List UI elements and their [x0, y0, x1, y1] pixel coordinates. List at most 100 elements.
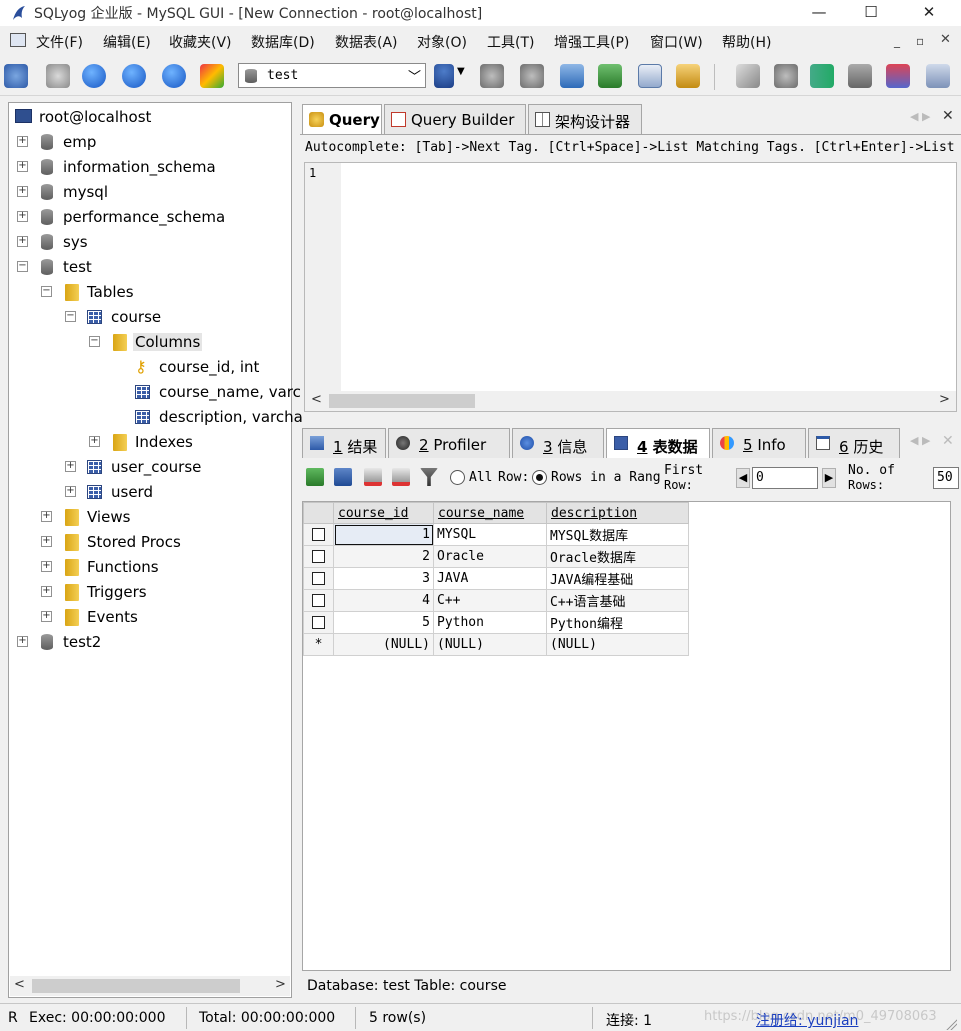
create-db-icon[interactable] — [480, 64, 504, 88]
column-header-course-name[interactable]: course_name — [433, 502, 547, 524]
collapse-icon[interactable]: − — [89, 336, 100, 347]
execute-all-icon[interactable] — [122, 64, 146, 88]
collapse-icon[interactable]: − — [41, 286, 52, 297]
expand-icon[interactable]: + — [41, 611, 52, 622]
expand-icon[interactable]: + — [41, 511, 52, 522]
cell-course-name[interactable]: Oracle — [433, 545, 547, 568]
table-row[interactable]: 5 Python Python编程 — [303, 611, 689, 634]
tab-history[interactable]: 6 历史 — [808, 428, 900, 458]
tab-info[interactable]: 5 Info — [712, 428, 806, 458]
menu-file[interactable]: 文件(F) — [36, 32, 83, 52]
expand-icon[interactable]: + — [17, 236, 28, 247]
user-manager-icon[interactable] — [434, 64, 454, 88]
scroll-right-icon[interactable]: > — [275, 977, 286, 992]
scroll-left-icon[interactable]: < — [14, 977, 25, 992]
alter-db-icon[interactable] — [520, 64, 544, 88]
cell-course-id[interactable]: 1 — [333, 523, 434, 546]
menu-edit[interactable]: 编辑(E) — [103, 32, 151, 52]
first-row-input[interactable]: 0 — [752, 467, 818, 489]
scheduled-jobs-icon[interactable] — [848, 64, 872, 88]
cell-description[interactable]: Oracle数据库 — [546, 545, 689, 568]
sync-db-icon[interactable] — [774, 64, 798, 88]
tree-horizontal-scrollbar[interactable]: < > — [10, 976, 290, 996]
cell-description[interactable]: C++语言基础 — [546, 589, 689, 612]
cell-course-name[interactable]: MYSQL — [433, 523, 547, 546]
expand-icon[interactable]: + — [17, 186, 28, 197]
cell-description[interactable]: (NULL) — [546, 633, 689, 656]
expand-icon[interactable]: + — [41, 561, 52, 572]
mdi-restore-icon[interactable]: ▫ — [916, 34, 924, 48]
insert-row-icon[interactable] — [306, 468, 324, 486]
registration-link[interactable]: 注册给: yunjian — [756, 1010, 858, 1030]
tab-result[interactable]: 1 结果 — [302, 428, 386, 458]
menu-help[interactable]: 帮助(H) — [722, 32, 771, 52]
row-selector[interactable] — [303, 523, 334, 546]
user-dropdown-icon[interactable]: ▼ — [457, 66, 465, 77]
expand-icon[interactable]: + — [17, 136, 28, 147]
tab-scroll-icon[interactable]: ◀ ▶ — [910, 110, 930, 123]
new-row[interactable]: * (NULL) (NULL) (NULL) — [303, 633, 689, 656]
previous-page-icon[interactable]: ◀ — [736, 468, 750, 488]
table-row[interactable]: 3 JAVA JAVA编程基础 — [303, 567, 689, 590]
expand-icon[interactable]: + — [65, 461, 76, 472]
cell-course-id[interactable]: 5 — [333, 611, 434, 634]
cell-description[interactable]: JAVA编程基础 — [546, 567, 689, 590]
all-rows-radio[interactable] — [450, 470, 465, 485]
row-checkbox[interactable] — [312, 616, 325, 629]
scrollbar-thumb[interactable] — [32, 979, 240, 993]
tab-messages[interactable]: 3 信息 — [512, 428, 604, 458]
table-row[interactable]: 2 Oracle Oracle数据库 — [303, 545, 689, 568]
cell-course-id[interactable]: 4 — [333, 589, 434, 612]
tab-table-data[interactable]: 4 表数据 — [606, 428, 710, 458]
column-header-description[interactable]: description — [546, 502, 689, 524]
backup-icon[interactable] — [560, 64, 584, 88]
table-row[interactable]: 4 C++ C++语言基础 — [303, 589, 689, 612]
row-checkbox[interactable] — [312, 572, 325, 585]
cell-course-name[interactable]: Python — [433, 611, 547, 634]
row-selector-header[interactable] — [303, 502, 334, 524]
delete-row-icon[interactable] — [364, 468, 382, 486]
row-checkbox[interactable] — [312, 550, 325, 563]
refresh-icon[interactable] — [162, 64, 186, 88]
new-query-icon[interactable] — [46, 64, 70, 88]
cell-description[interactable]: Python编程 — [546, 611, 689, 634]
table-row[interactable]: 1 MYSQL MYSQL数据库 — [303, 523, 689, 546]
expand-icon[interactable]: + — [41, 586, 52, 597]
menu-tools[interactable]: 工具(T) — [487, 32, 534, 52]
menu-favorites[interactable]: 收藏夹(V) — [169, 32, 232, 52]
tab-schema-designer[interactable]: 架构设计器 — [528, 104, 642, 134]
expand-icon[interactable]: + — [17, 211, 28, 222]
editor-horizontal-scrollbar[interactable]: < > — [305, 391, 956, 411]
cell-course-name[interactable]: (NULL) — [433, 633, 547, 656]
menu-table[interactable]: 数据表(A) — [335, 32, 398, 52]
sql-editor[interactable]: 1 < > — [304, 162, 957, 412]
chevron-down-icon[interactable]: ﹀ — [408, 66, 421, 85]
next-page-icon[interactable]: ▶ — [822, 468, 836, 488]
schema-sync-icon[interactable] — [200, 64, 224, 88]
row-count-input[interactable]: 50 — [933, 467, 959, 489]
cell-course-name[interactable]: JAVA — [433, 567, 547, 590]
execute-query-icon[interactable] — [82, 64, 106, 88]
row-selector[interactable] — [303, 589, 334, 612]
menu-powertools[interactable]: 增强工具(P) — [554, 32, 629, 52]
monitor-icon[interactable] — [926, 64, 950, 88]
resize-grip-icon[interactable] — [945, 1018, 957, 1030]
row-selector[interactable] — [303, 567, 334, 590]
cell-description[interactable]: MYSQL数据库 — [546, 523, 689, 546]
row-checkbox[interactable] — [312, 528, 325, 541]
cancel-changes-icon[interactable] — [392, 468, 410, 486]
cell-course-id[interactable]: 2 — [333, 545, 434, 568]
save-icon[interactable] — [334, 468, 352, 486]
tab-query[interactable]: Query — [302, 104, 382, 135]
close-button[interactable]: ✕ — [906, 0, 952, 26]
row-checkbox[interactable] — [312, 594, 325, 607]
migration-icon[interactable] — [810, 64, 834, 88]
mdi-minimize-icon[interactable]: _ — [894, 34, 900, 48]
tab-profiler[interactable]: 2 Profiler — [388, 428, 510, 458]
tab-scroll-icon[interactable]: ◀ ▶ — [910, 434, 930, 447]
import-icon[interactable] — [598, 64, 622, 88]
rows-in-range-radio[interactable] — [532, 470, 547, 485]
collapse-icon[interactable]: − — [17, 261, 28, 272]
row-selector[interactable] — [303, 545, 334, 568]
notifications-icon[interactable] — [886, 64, 910, 88]
